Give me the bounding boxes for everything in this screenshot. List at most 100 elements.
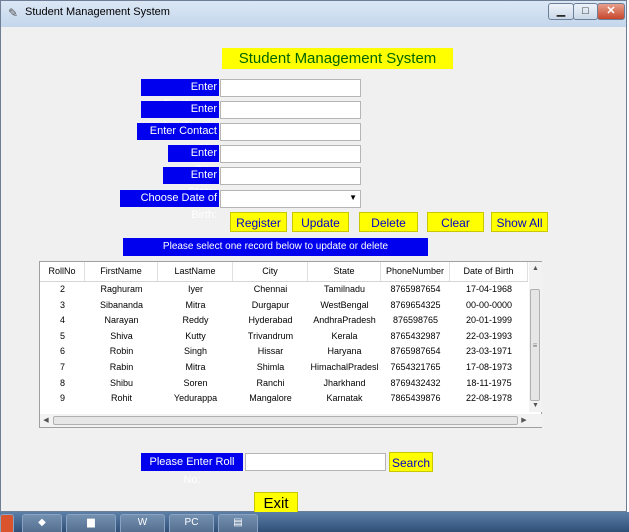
table-cell: Sibananda xyxy=(99,299,144,310)
records-table[interactable]: RollNo FirstName LastName City State PhoneNum… xyxy=(39,261,542,428)
scroll-up-icon[interactable]: ▲ xyxy=(529,262,542,275)
state-label: Enter State: xyxy=(163,167,219,198)
contact-input[interactable] xyxy=(220,123,361,141)
table-cell: 5 xyxy=(59,330,65,341)
table-row[interactable]: 4 Narayan Reddy Hyderabad AndhraPradesh 87659… xyxy=(40,313,528,328)
city-input[interactable] xyxy=(220,145,361,163)
pycharm-label: PC xyxy=(184,517,199,528)
table-cell: 9 xyxy=(59,393,65,404)
show-all-button[interactable]: Show All xyxy=(491,212,548,232)
horizontal-scrollbar[interactable]: ◀ ▶ xyxy=(40,414,542,427)
table-cell: Trivandrum xyxy=(247,330,294,341)
table-cell: 17-04-1968 xyxy=(465,284,513,294)
roll-no-input[interactable] xyxy=(245,453,386,471)
roll-no-label: Please Enter Roll No: xyxy=(141,453,243,486)
table-cell: Mitra xyxy=(185,362,206,372)
table-cell: 8769432432 xyxy=(390,377,441,388)
table-cell: Singh xyxy=(183,346,208,357)
table-cell: 3 xyxy=(59,299,65,310)
table-cell: Chennai xyxy=(253,284,288,294)
table-cell: Jharkhand xyxy=(323,377,366,388)
table-cell: 8765432987 xyxy=(390,330,441,341)
maximize-button[interactable]: □ xyxy=(573,3,598,20)
search-button[interactable]: Search xyxy=(389,452,433,472)
pycharm-icon[interactable]: PC xyxy=(169,514,214,532)
app-heading: Student Management System xyxy=(222,48,453,69)
vertical-scrollbar[interactable]: ▲ ≡ ▼ xyxy=(529,262,542,412)
table-cell: 7865439876 xyxy=(390,393,441,404)
vertical-scroll-thumb[interactable]: ≡ xyxy=(530,289,540,401)
word-icon[interactable]: W xyxy=(120,514,165,532)
table-cell: AndhraPradesh xyxy=(313,315,376,326)
register-button[interactable]: Register xyxy=(230,212,287,232)
scroll-right-icon[interactable]: ▶ xyxy=(518,414,530,427)
table-cell: Robin xyxy=(109,346,134,357)
update-button[interactable]: Update xyxy=(292,212,349,232)
start-icon[interactable] xyxy=(0,514,14,532)
table-cell: HimachalPradesl xyxy=(310,362,379,372)
state-input[interactable] xyxy=(220,167,361,185)
table-cell: Shiva xyxy=(110,330,133,341)
table-row[interactable]: 5 Shiva Kutty Trivandrum Kerala 8765432987 22-… xyxy=(40,329,528,344)
table-row[interactable]: 6 Robin Singh Hissar Haryana 8765987654 23-03-… xyxy=(40,344,528,359)
table-cell: Iyer xyxy=(187,284,203,294)
close-button[interactable]: ✕ xyxy=(597,3,625,20)
table-cell: 7654321765 xyxy=(390,362,441,372)
table-cell: Haryana xyxy=(327,346,362,357)
table-header: RollNo FirstName LastName City State PhoneNum… xyxy=(40,262,528,282)
minimize-button[interactable]: ▁ xyxy=(548,3,574,20)
table-cell: Durgapur xyxy=(251,299,290,310)
table-cell: 8765987654 xyxy=(390,284,441,294)
table-cell: Narayan xyxy=(104,315,139,326)
table-row[interactable]: 8 Shibu Soren Ranchi Jharkhand 8769432432 18-1… xyxy=(40,376,528,391)
taskbar: ◆ ▆ W PC ▤ xyxy=(0,512,629,532)
vscode-icon[interactable]: ◆ xyxy=(22,514,62,532)
exit-button[interactable]: Exit xyxy=(254,492,298,514)
column-header[interactable]: RollNo xyxy=(40,262,85,281)
table-cell: Tamilnadu xyxy=(323,284,366,294)
column-header[interactable]: Date of Birth xyxy=(450,262,528,281)
table-cell: 00-00-0000 xyxy=(465,299,513,310)
table-cell: Hissar xyxy=(257,346,284,357)
first-name-input[interactable] xyxy=(220,79,361,97)
column-header[interactable]: LastName xyxy=(158,262,233,281)
table-cell: Yedurappa xyxy=(173,393,218,404)
table-cell: Reddy xyxy=(182,315,209,326)
table-row[interactable]: 9 Rohit Yedurappa Mangalore Karnatak 78654398… xyxy=(40,391,528,406)
table-cell: 23-03-1971 xyxy=(465,346,513,357)
title-bar[interactable]: ✎ Student Management System ▁ □ ✕ xyxy=(1,1,626,27)
clear-button[interactable]: Clear xyxy=(427,212,484,232)
column-header[interactable]: City xyxy=(233,262,308,281)
dob-combobox[interactable]: ▼ xyxy=(220,190,361,208)
dropdown-arrow-icon[interactable]: ▼ xyxy=(349,193,357,202)
folder-icon[interactable]: ▆ xyxy=(66,514,116,532)
app-window: ✎ Student Management System ▁ □ ✕ xyxy=(0,0,627,512)
contact-label: Enter Contact No: xyxy=(137,123,219,154)
table-cell: 7 xyxy=(59,362,65,372)
table-cell: 8769654325 xyxy=(390,299,441,310)
table-cell: 876598765 xyxy=(392,315,439,326)
column-header[interactable]: FirstName xyxy=(85,262,158,281)
table-cell: 4 xyxy=(59,315,65,326)
table-cell: Hyderabad xyxy=(248,315,293,326)
table-cell: 8 xyxy=(59,377,65,388)
window-title: Student Management System xyxy=(25,6,170,18)
column-header[interactable]: PhoneNumber xyxy=(381,262,450,281)
scroll-left-icon[interactable]: ◀ xyxy=(40,414,52,427)
table-row[interactable]: 2 Raghuram Iyer Chennai Tamilnadu 8765987654 1… xyxy=(40,282,528,297)
horizontal-scroll-thumb[interactable] xyxy=(53,416,518,425)
table-row[interactable]: 7 Rabin Mitra Shimla HimachalPradesl 76543217… xyxy=(40,360,528,375)
last-name-input[interactable] xyxy=(220,101,361,119)
column-header[interactable]: State xyxy=(308,262,381,281)
terminal-icon[interactable]: ▤ xyxy=(218,514,258,532)
scroll-down-icon[interactable]: ▼ xyxy=(529,399,542,412)
table-cell: Mangalore xyxy=(249,393,292,404)
table-cell: Raghuram xyxy=(100,284,143,294)
table-cell: WestBengal xyxy=(320,299,369,310)
table-row[interactable]: 3 Sibananda Mitra Durgapur WestBengal 8769654… xyxy=(40,298,528,313)
table-cell: 22-03-1993 xyxy=(465,330,513,341)
table-cell: 18-11-1975 xyxy=(466,377,512,388)
table-cell: 22-08-1978 xyxy=(465,393,513,404)
table-cell: 6 xyxy=(59,346,65,357)
delete-button[interactable]: Delete xyxy=(359,212,418,232)
